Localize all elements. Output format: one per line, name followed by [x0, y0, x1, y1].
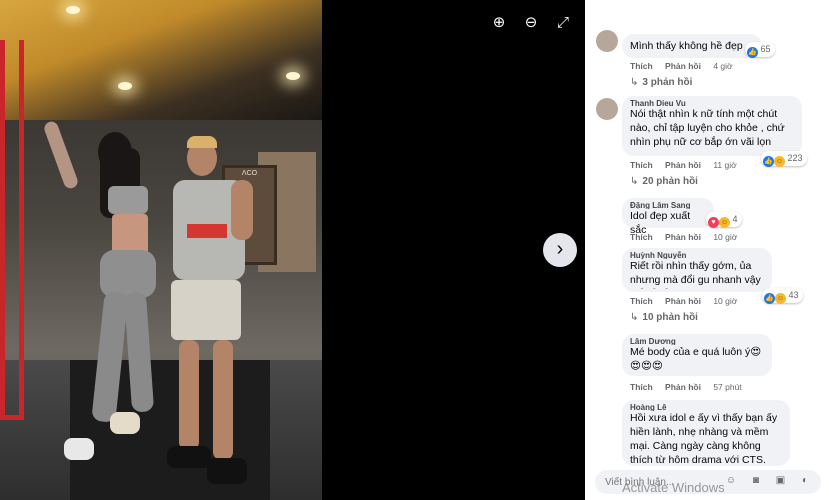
reply-arrow-icon: ↳ [630, 312, 639, 323]
comment-actions: Thích Phản hồi 10 giờ [630, 296, 747, 306]
comment-text: Mé body của e quá luôn ý😍😍😍😍 [630, 346, 762, 372]
love-reaction-icon: ♥ [708, 217, 719, 228]
like-button[interactable]: Thích [630, 61, 653, 71]
comment-time: 11 giờ [713, 160, 737, 170]
view-replies-link[interactable]: ↳ 10 phản hồi [630, 312, 698, 323]
replies-count: 20 phản hồi [642, 176, 698, 187]
reaction-count: 223 [787, 153, 803, 163]
reaction-badge[interactable]: 👍 65 [745, 42, 775, 58]
comment-bubble: Thanh Dieu Vu Nói thật nhìn k nữ tính mộ… [622, 96, 802, 156]
view-replies-link[interactable]: ↳ 20 phản hồi [630, 176, 698, 187]
comment-time: 10 giờ [713, 296, 738, 306]
reply-button[interactable]: Phản hồi [665, 160, 701, 170]
reaction-badge[interactable]: 👍 ☺ 223 [761, 151, 807, 167]
comment-text: Riết rồi nhìn thấy gớm, ủa nhưng mà đổi … [630, 260, 761, 289]
comment-author[interactable]: Lâm Dương [630, 337, 764, 345]
comment-actions: Thích Phản hồi 57 phút [630, 382, 752, 392]
view-replies-link[interactable]: ↳ 3 phản hồi [630, 77, 692, 88]
reply-button[interactable]: Phản hồi [665, 382, 701, 392]
like-reaction-icon: 👍 [747, 47, 758, 58]
photo-ceiling [0, 0, 322, 120]
zoom-in-icon[interactable]: ⊕ [488, 12, 510, 34]
squat-rack [0, 40, 24, 420]
comment-author[interactable]: Hoàng Lê [630, 403, 782, 411]
reaction-count: 4 [732, 214, 738, 224]
ceiling-light [286, 72, 300, 80]
replies-count: 10 phản hồi [642, 312, 698, 323]
comment-author[interactable]: Huỳnh Nguyễn [630, 251, 764, 259]
photo-person-woman [42, 119, 170, 480]
comment-bubble: Lâm Dương Mé body của e quá luôn ý😍😍😍😍 [622, 334, 772, 376]
photo-viewer: ΛCO ⊕ ⊖ ⤢ › [0, 0, 585, 500]
replies-count: 3 phản hồi [642, 77, 693, 88]
comment-text: Hồi xưa idol e ấy vì thấy bạn ấy hiền là… [630, 412, 778, 466]
reply-button[interactable]: Phản hồi [665, 61, 701, 71]
like-button[interactable]: Thích [630, 160, 653, 170]
avatar[interactable] [596, 30, 618, 52]
reaction-badge[interactable]: 👍 ☺ 43 [762, 288, 803, 304]
reaction-count: 43 [788, 290, 799, 300]
reply-button[interactable]: Phản hồi [665, 232, 701, 242]
activate-windows-watermark: Activate Windows [622, 480, 725, 495]
comment-text: Mình thấy không hề đẹp [630, 40, 743, 52]
ceiling-light [66, 6, 80, 14]
avatar[interactable] [596, 98, 618, 120]
comment-time: 57 phút [713, 382, 742, 392]
comment-text: Nói thật nhìn k nữ tính một chút nào, ch… [630, 108, 785, 148]
comment-bubble: Huỳnh Nguyễn Riết rồi nhìn thấy gớm, ủa … [622, 248, 772, 292]
haha-reaction-icon: ☺ [774, 156, 785, 167]
ceiling-light [118, 82, 132, 90]
haha-reaction-icon: ☺ [775, 293, 786, 304]
reply-button[interactable]: Phản hồi [665, 296, 701, 306]
comment-bubble: Mình thấy không hề đẹp [622, 34, 762, 58]
reply-arrow-icon: ↳ [630, 176, 639, 187]
photo-person-man [165, 136, 260, 490]
comment-bubble: Hoàng Lê Hồi xưa idol e ấy vì thấy bạn ấ… [622, 400, 790, 466]
comment-time: 4 giờ [713, 61, 733, 71]
chevron-right-icon: › [556, 238, 564, 260]
like-button[interactable]: Thích [630, 296, 653, 306]
comment-time: 10 giờ [713, 232, 738, 242]
gym-photo: ΛCO [0, 0, 322, 500]
haha-reaction-icon: ☺ [719, 217, 730, 228]
fullscreen-icon[interactable]: ⤢ [552, 12, 574, 34]
reply-arrow-icon: ↳ [630, 77, 639, 88]
next-photo-button[interactable]: › [543, 233, 577, 267]
comment-actions: Thích Phản hồi 11 giờ [630, 160, 747, 170]
reaction-count: 65 [760, 44, 771, 54]
zoom-out-icon[interactable]: ⊖ [520, 12, 542, 34]
composer-icons[interactable]: ☺ ◙ ▣ ◐ [726, 475, 815, 486]
comment-bubble: Đặng Lâm Sang Idol đẹp xuất sắc [622, 198, 714, 236]
comments-panel: Mình thấy không hề đẹp 👍 65 Thích Phản h… [585, 0, 829, 500]
comment-actions: Thích Phản hồi 10 giờ [630, 232, 747, 242]
like-button[interactable]: Thích [630, 382, 653, 392]
comment-author[interactable]: Đặng Lâm Sang [630, 201, 706, 209]
like-reaction-icon: 👍 [764, 293, 775, 304]
comment-author[interactable]: Thanh Dieu Vu [630, 99, 794, 107]
comment-actions: Thích Phản hồi 4 giờ [630, 61, 743, 71]
reaction-badge[interactable]: ♥ ☺ 4 [706, 212, 742, 228]
like-reaction-icon: 👍 [763, 156, 774, 167]
like-button[interactable]: Thích [630, 232, 653, 242]
